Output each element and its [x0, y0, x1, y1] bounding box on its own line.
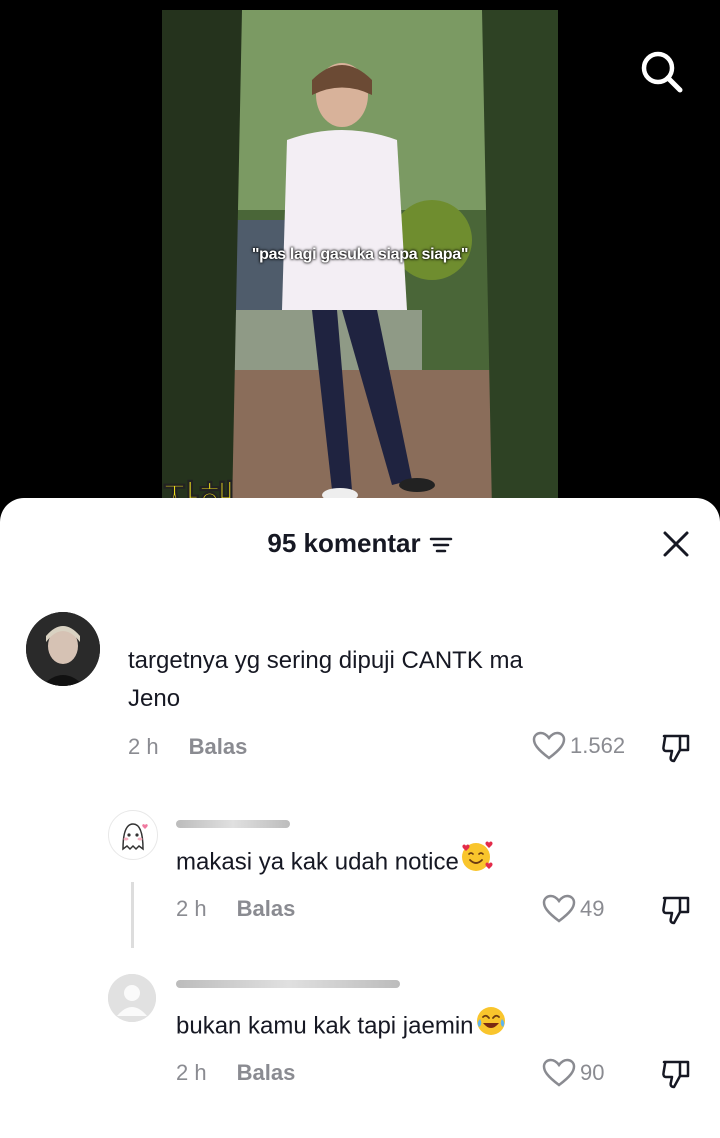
dislike-button[interactable] [660, 732, 692, 769]
comment-text: makasi ya kak udah notice [176, 840, 493, 886]
sort-filter-icon[interactable] [429, 530, 453, 561]
comment-text-line: targetnya yg sering dipuji CANTK ma [128, 647, 523, 674]
like-count: 49 [580, 896, 605, 921]
thumbs-down-icon [662, 734, 690, 763]
video-caption: "pas lagi gasuka siapa siapa" [251, 246, 469, 263]
dislike-button[interactable] [660, 1058, 692, 1095]
comment-meta: 2 h Balas [128, 734, 247, 760]
comments-title[interactable]: 95 komentar [0, 528, 720, 561]
video-frame[interactable]: "pas lagi gasuka siapa siapa" 자해 [162, 10, 558, 510]
like-count: 1.562 [570, 733, 626, 758]
face-with-tears-of-joy-icon [474, 1004, 508, 1050]
comments-header: 95 komentar [0, 498, 720, 592]
smiling-face-with-hearts-icon [459, 840, 493, 886]
search-button[interactable] [636, 46, 686, 96]
blurred-username [176, 820, 290, 828]
comment-time: 2 h [128, 734, 159, 759]
like-button[interactable]: 90 [542, 1058, 604, 1088]
heart-icon [542, 1058, 576, 1087]
search-icon [641, 51, 683, 93]
close-icon [663, 531, 689, 557]
dislike-button[interactable] [660, 894, 692, 931]
comment-text: bukan kamu kak tapi jaemin [176, 1004, 508, 1050]
reply-text: makasi ya kak udah notice [176, 848, 459, 876]
comment-text-line: Jeno [128, 685, 181, 712]
reply-meta: 2 h Balas [176, 896, 295, 922]
avatar[interactable] [108, 974, 156, 1022]
reply-button[interactable]: Balas [237, 896, 296, 921]
reply-button[interactable]: Balas [189, 734, 248, 759]
reply-time: 2 h [176, 1060, 207, 1085]
reply-text: bukan kamu kak tapi jaemin [176, 1012, 474, 1040]
like-button[interactable]: 49 [542, 894, 604, 924]
comment-count: 95 komentar [267, 528, 421, 558]
avatar[interactable] [26, 612, 100, 686]
reply-meta: 2 h Balas [176, 1060, 295, 1086]
reply-button[interactable]: Balas [237, 1060, 296, 1085]
like-count: 90 [580, 1060, 605, 1085]
heart-icon [532, 731, 566, 760]
heart-icon [542, 894, 576, 923]
blurred-username [176, 980, 400, 988]
comment-text: targetnya yg sering dipuji CANTK ma Jeno [128, 642, 523, 718]
avatar[interactable] [108, 810, 158, 860]
thumbs-down-icon [662, 896, 690, 925]
close-button[interactable] [660, 528, 692, 560]
thread-line [131, 882, 134, 948]
thumbs-down-icon [662, 1060, 690, 1089]
like-button[interactable]: 1.562 [532, 731, 625, 761]
video-player[interactable]: "pas lagi gasuka siapa siapa" 자해 [0, 0, 720, 520]
reply-time: 2 h [176, 896, 207, 921]
